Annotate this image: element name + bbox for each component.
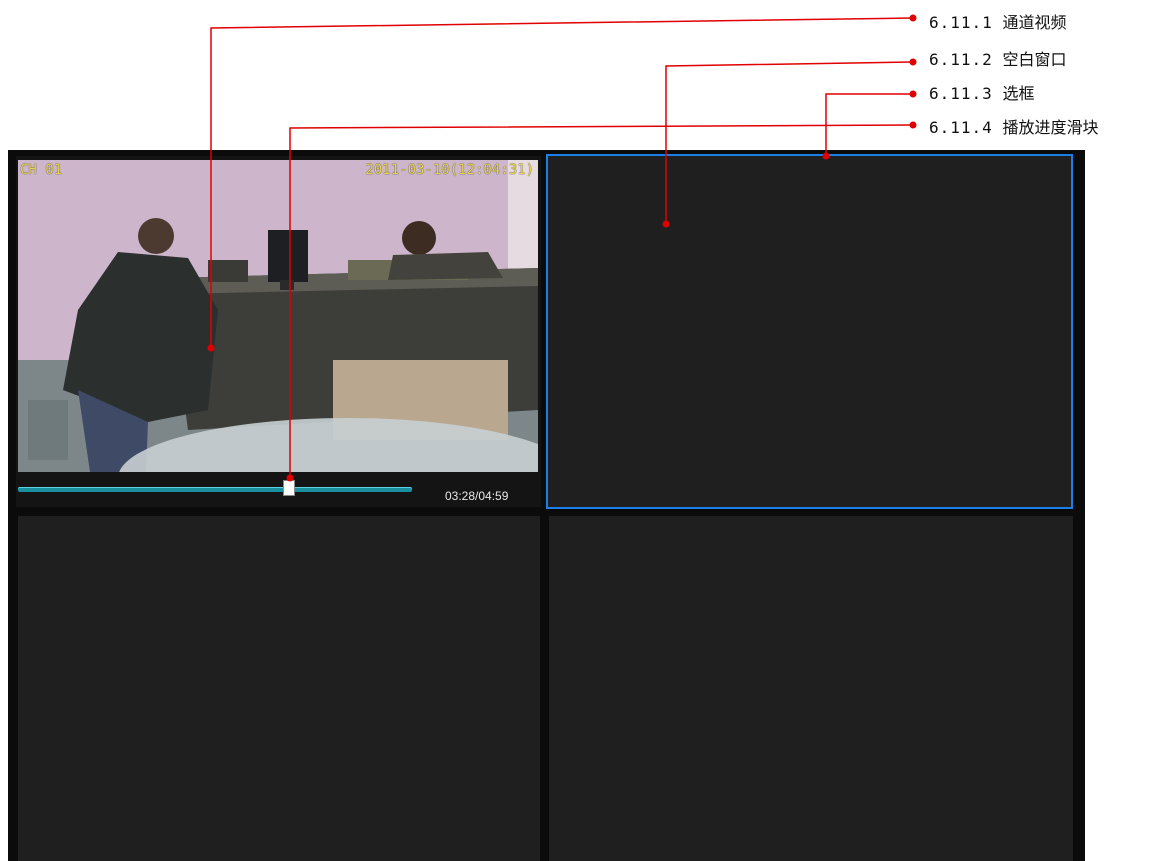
leader-dot [909, 14, 917, 22]
osd-timestamp: 2011-03-10(12:04:31) [365, 162, 534, 178]
callout-label-selection-box: 6.11.3 选框 [929, 80, 1034, 104]
monitor-stand [280, 280, 294, 290]
callout-number: 6.11.1 [929, 13, 993, 32]
video-pane-blank[interactable] [549, 516, 1073, 861]
leader-dot [909, 121, 917, 129]
channel-video[interactable]: CH 01 2011-03-10(12:04:31) [18, 160, 538, 472]
osd-channel-label: CH 01 [20, 162, 63, 178]
video-pane-blank[interactable] [18, 516, 540, 861]
monitor [268, 230, 308, 282]
video-pane-blank-selected[interactable] [546, 154, 1073, 509]
callout-text: 通道视频 [1002, 13, 1067, 32]
callout-label-progress-slider: 6.11.4 播放进度滑块 [929, 114, 1098, 138]
leader-dot [909, 58, 917, 66]
leader-line-selection-box [825, 93, 912, 156]
callout-text: 播放进度滑块 [1002, 118, 1099, 137]
person-left-head [138, 218, 174, 254]
callout-number: 6.11.4 [929, 118, 993, 137]
person-right-body [388, 252, 503, 280]
callout-label-channel-video: 6.11.1 通道视频 [929, 9, 1066, 33]
progress-track[interactable] [18, 487, 412, 492]
callout-number: 6.11.3 [929, 84, 993, 103]
playback-time-readout: 03:28/04:59 [445, 489, 509, 503]
person-right-head [402, 221, 436, 255]
video-frame-image [18, 160, 538, 472]
callout-label-blank-window: 6.11.2 空白窗口 [929, 46, 1066, 70]
callout-text: 空白窗口 [1002, 50, 1067, 69]
desk-equipment [208, 260, 248, 282]
leader-dot [909, 90, 917, 98]
callout-number: 6.11.2 [929, 50, 993, 69]
floor-clutter [28, 400, 68, 460]
callout-text: 选框 [1002, 84, 1035, 103]
progress-slider-knob[interactable] [283, 480, 296, 496]
video-pane-channel-1[interactable]: CH 01 2011-03-10(12:04:31) 03:28/04:59 [16, 156, 541, 507]
video-player-grid: CH 01 2011-03-10(12:04:31) 03:28/04:59 [8, 150, 1085, 861]
playback-progress-bar[interactable] [18, 480, 412, 496]
